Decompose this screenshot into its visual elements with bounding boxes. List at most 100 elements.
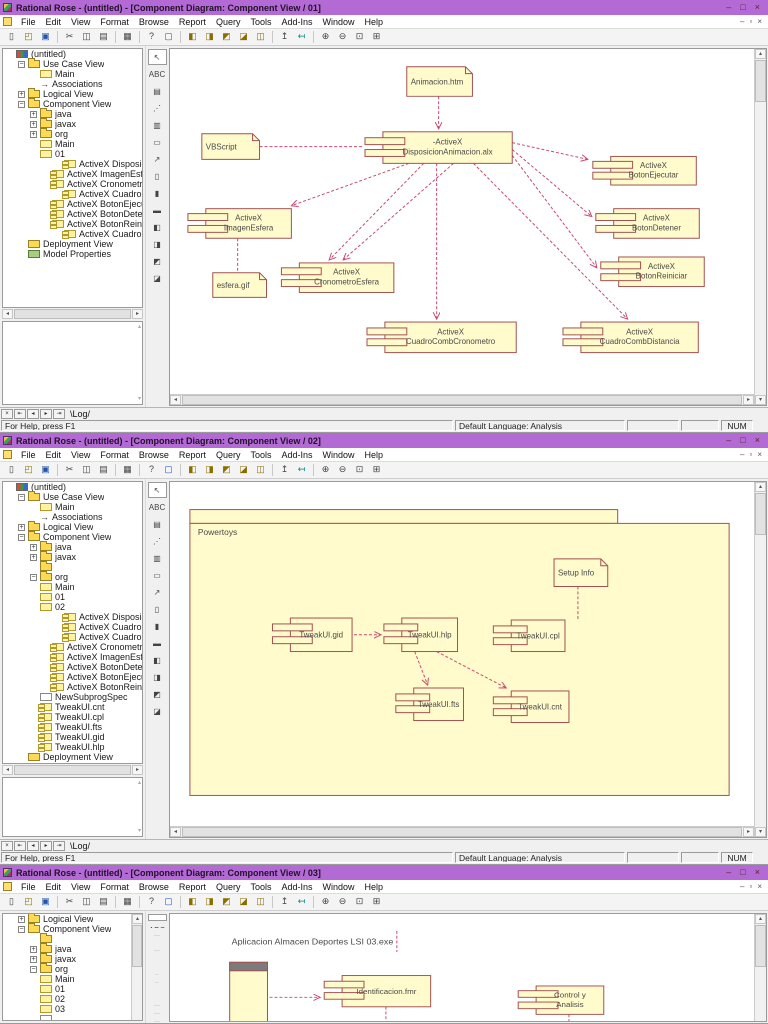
tree-item[interactable]: 03: [3, 1004, 142, 1014]
tree-item[interactable]: + Logical View: [3, 88, 142, 99]
component-cuadrocomb-cronometro[interactable]: ActiveX CuadroCombCronometro: [366, 321, 517, 354]
component-disposicion-animacion[interactable]: -ActiveX DisposicionAnimacion.alx: [364, 131, 513, 164]
browse-parent-button[interactable]: ↥: [276, 463, 293, 477]
expand-icon[interactable]: +: [30, 945, 37, 953]
menu-tools[interactable]: Tools: [245, 17, 276, 27]
browse-class-diagram-button[interactable]: ◧: [184, 463, 201, 477]
tree-item[interactable]: Deployment View: [3, 239, 142, 249]
diagram-vscrollbar[interactable]: ▴: [754, 914, 766, 1021]
menu-addins[interactable]: Add-Ins: [276, 882, 317, 892]
log-nav-button-3[interactable]: ⇥: [53, 408, 65, 419]
text-tool[interactable]: ABC: [148, 499, 167, 515]
resize-grip[interactable]: [755, 420, 767, 431]
anchor-note-tool[interactable]: ⋰: [148, 100, 167, 116]
component-boton-ejecutar[interactable]: ActiveX BotonEjecutar: [592, 155, 697, 186]
tree-item[interactable]: Main: [3, 69, 142, 79]
menu-report[interactable]: Report: [174, 17, 211, 27]
menu-report[interactable]: Report: [174, 882, 211, 892]
view-documentation-button[interactable]: ▢: [160, 895, 177, 909]
tree-item[interactable]: TweakUI.cnt: [3, 702, 142, 712]
note-animacion-htm[interactable]: Animacion.htm: [406, 66, 473, 97]
menu-addins[interactable]: Add-Ins: [276, 450, 317, 460]
scroll-thumb[interactable]: [755, 925, 766, 967]
collapse-icon[interactable]: −: [30, 573, 37, 581]
tree-item[interactable]: + Logical View: [3, 521, 142, 532]
note-tool[interactable]: ▤: [148, 516, 167, 532]
tree-item[interactable]: TweakUI.fts: [3, 722, 142, 732]
undo-fit-button[interactable]: ⊞: [368, 30, 385, 44]
collapse-icon[interactable]: −: [30, 965, 37, 973]
menu-help[interactable]: Help: [360, 882, 389, 892]
minimize-button[interactable]: –: [726, 433, 731, 448]
copy-button[interactable]: ◫: [78, 895, 95, 909]
tree-item[interactable]: ActiveX BotonReiniciar: [3, 219, 142, 229]
browse-previous-button[interactable]: ↤: [293, 895, 310, 909]
menu-file[interactable]: File: [16, 882, 41, 892]
tree-item[interactable]: ActiveX DisposicionAnimacion: [3, 612, 142, 622]
open-button[interactable]: ◰: [20, 30, 37, 44]
tree-item[interactable]: + java: [3, 943, 142, 954]
mdi-minimize-button[interactable]: –: [740, 449, 744, 461]
note-esfera-gif[interactable]: esfera.gif: [212, 272, 268, 298]
minimize-button[interactable]: –: [726, 865, 731, 880]
note-tool[interactable]: ▤: [148, 930, 167, 937]
task-spec-tool[interactable]: ◩: [148, 253, 167, 269]
browse-interaction-diagram-button[interactable]: ◨: [201, 463, 218, 477]
diagram-vscrollbar[interactable]: ▴ ▾: [754, 482, 766, 837]
expand-icon[interactable]: +: [18, 523, 25, 531]
scroll-thumb[interactable]: [182, 395, 742, 405]
tree-item[interactable]: ActiveX BotonDetener: [3, 662, 142, 672]
close-button[interactable]: ×: [755, 0, 760, 15]
maximize-button[interactable]: □: [740, 0, 745, 15]
cut-button[interactable]: ✂: [61, 30, 78, 44]
subprogram-body-tool[interactable]: ▮: [148, 185, 167, 201]
menu-query[interactable]: Query: [211, 17, 246, 27]
close-button[interactable]: ×: [755, 433, 760, 448]
component-cronometro-esfera[interactable]: ActiveX CronometroEsfera: [280, 262, 395, 293]
log-nav-button-2[interactable]: ▸: [40, 408, 52, 419]
note-setup-info[interactable]: Setup Info: [553, 558, 609, 587]
view-documentation-button[interactable]: ▢: [160, 463, 177, 477]
tree-item[interactable]: TweakUI.hlp: [3, 742, 142, 752]
tree-item[interactable]: + javax: [3, 551, 142, 562]
scroll-up-arrow[interactable]: ▴: [132, 914, 142, 924]
subprogram-spec-tool[interactable]: ▯: [148, 969, 167, 976]
menu-help[interactable]: Help: [360, 450, 389, 460]
dependency-edge[interactable]: [291, 162, 409, 205]
tree-item[interactable]: ActiveX CuadroCombCronome: [3, 189, 142, 199]
tree-item[interactable]: ActiveX ImagenEsfera: [3, 169, 142, 179]
component-control-analisis[interactable]: Control y Analisis: [517, 985, 605, 1015]
tree-item[interactable]: Main: [3, 974, 142, 984]
undo-fit-button[interactable]: ⊞: [368, 895, 385, 909]
task-spec-tool[interactable]: ◩: [148, 1008, 167, 1015]
log-close-button[interactable]: ×: [1, 408, 13, 419]
component-tool[interactable]: ▥: [148, 117, 167, 133]
subprogram-spec-tool[interactable]: ▯: [148, 168, 167, 184]
anchor-note-tool[interactable]: ⋰: [148, 533, 167, 549]
tree-item[interactable]: ActiveX ImagenEsfera: [3, 652, 142, 662]
main-program-shape[interactable]: [229, 961, 268, 1021]
menu-format[interactable]: Format: [95, 882, 134, 892]
cut-button[interactable]: ✂: [61, 895, 78, 909]
mdi-restore-button[interactable]: ▫: [749, 449, 752, 461]
log-tab[interactable]: \Log/: [70, 409, 90, 419]
tree-item[interactable]: (untitled): [3, 482, 142, 492]
browse-class-diagram-button[interactable]: ◧: [184, 895, 201, 909]
log-close-button[interactable]: ×: [1, 840, 13, 851]
tree-item[interactable]: 01: [3, 984, 142, 994]
view-documentation-button[interactable]: ▢: [160, 30, 177, 44]
collapse-icon[interactable]: −: [18, 925, 25, 933]
mdi-close-button[interactable]: ×: [757, 449, 762, 461]
tree-item[interactable]: Model Properties: [3, 762, 142, 763]
tree-item[interactable]: ActiveX CuadroCombCronome: [3, 622, 142, 632]
package-body-tool[interactable]: ◨: [148, 236, 167, 252]
scroll-thumb[interactable]: [755, 493, 766, 535]
menu-window[interactable]: Window: [318, 17, 360, 27]
package-spec-tool[interactable]: ◧: [148, 993, 167, 1000]
diagram-caption[interactable]: Aplicacion Almacen Deportes LSI 03.exe: [232, 937, 394, 947]
print-button[interactable]: ▦: [119, 895, 136, 909]
expand-icon[interactable]: +: [30, 130, 37, 138]
mdi-restore-button[interactable]: ▫: [749, 16, 752, 28]
tree-item[interactable]: ActiveX BotonEjecutar: [3, 199, 142, 209]
menu-edit[interactable]: Edit: [41, 882, 67, 892]
